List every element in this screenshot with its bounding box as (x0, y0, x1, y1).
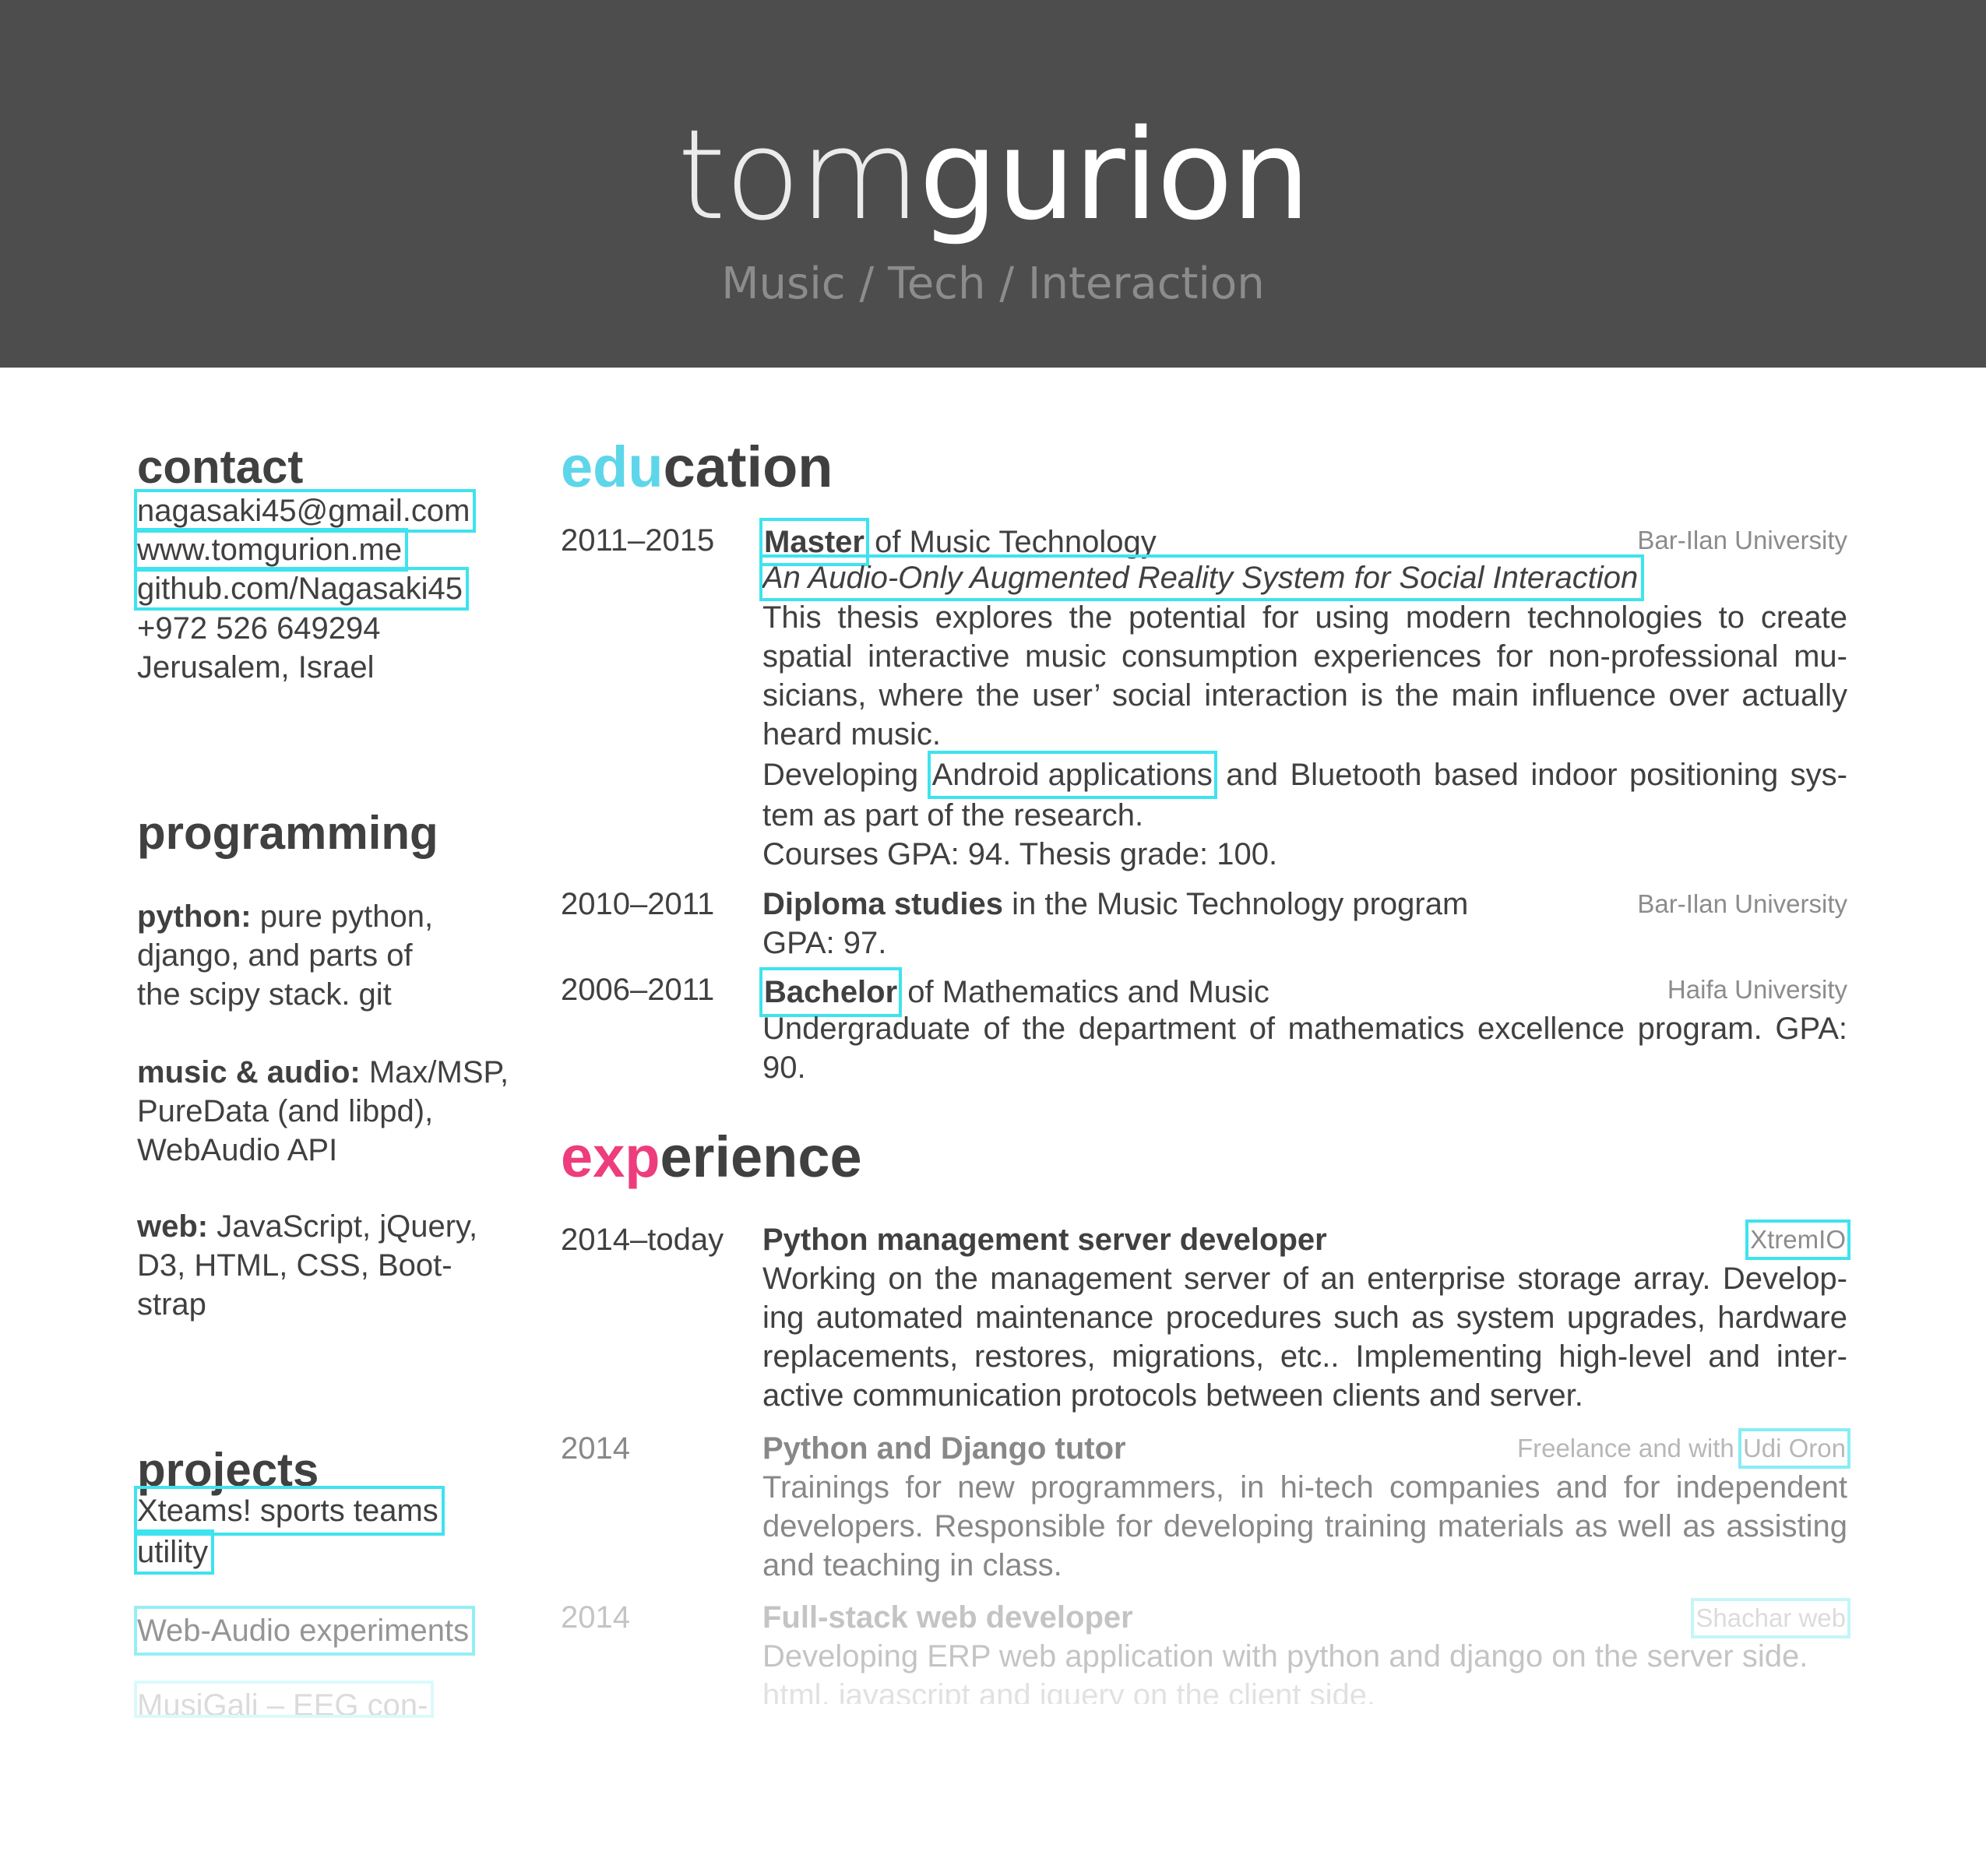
exp-description-line: html, javascript and jquery on the clien… (762, 1678, 1376, 1704)
exp-description: Developing ERP web application with pyth… (762, 1637, 1847, 1676)
exp-description: html, javascript and jquery on the clien… (762, 1676, 1847, 1704)
shachar-web-link[interactable]: Shachar web (1691, 1598, 1850, 1638)
exp-description-line: Developing ERP web application with pyth… (762, 1639, 1808, 1674)
exp-date: 2014 (561, 1600, 630, 1635)
exp-entry-fullstack: 2014 Full-stack web developer Shachar we… (0, 0, 1986, 1876)
exp-title: Full-stack web developer (762, 1600, 1133, 1635)
